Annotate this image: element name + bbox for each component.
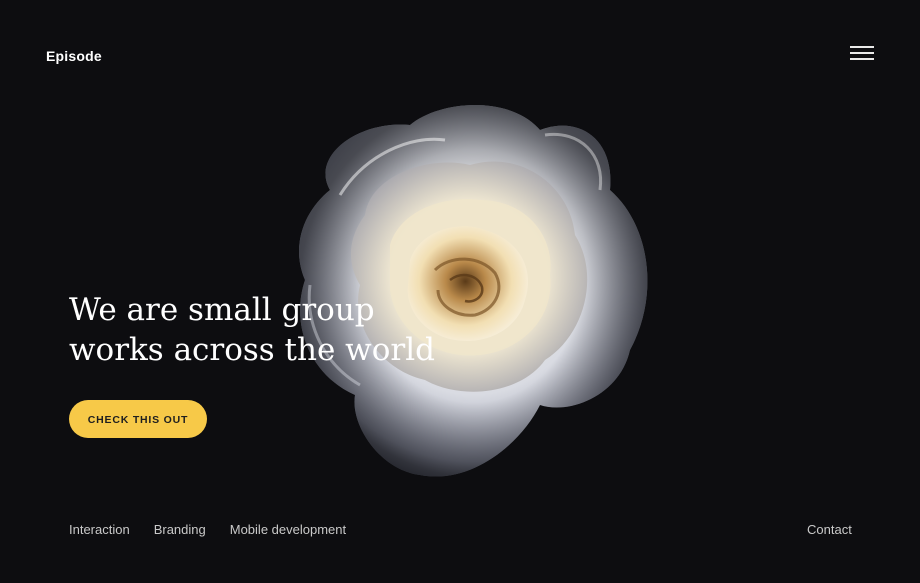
headline-line-1: We are small group: [69, 292, 375, 328]
footer-link-mobile-development[interactable]: Mobile development: [230, 522, 346, 537]
check-this-out-button[interactable]: CHECK THIS OUT: [69, 400, 207, 438]
footer-nav: Interaction Branding Mobile development: [69, 522, 346, 537]
contact-link[interactable]: Contact: [807, 522, 852, 537]
brand-logo[interactable]: Episode: [46, 48, 102, 64]
hamburger-menu-icon[interactable]: [848, 44, 876, 62]
landing-page: Episode We are small group works across …: [0, 0, 920, 583]
footer-link-interaction[interactable]: Interaction: [69, 522, 130, 537]
hero-headline: We are small group works across the worl…: [69, 290, 435, 370]
headline-line-2: works across the world: [69, 332, 435, 368]
footer-link-branding[interactable]: Branding: [154, 522, 206, 537]
